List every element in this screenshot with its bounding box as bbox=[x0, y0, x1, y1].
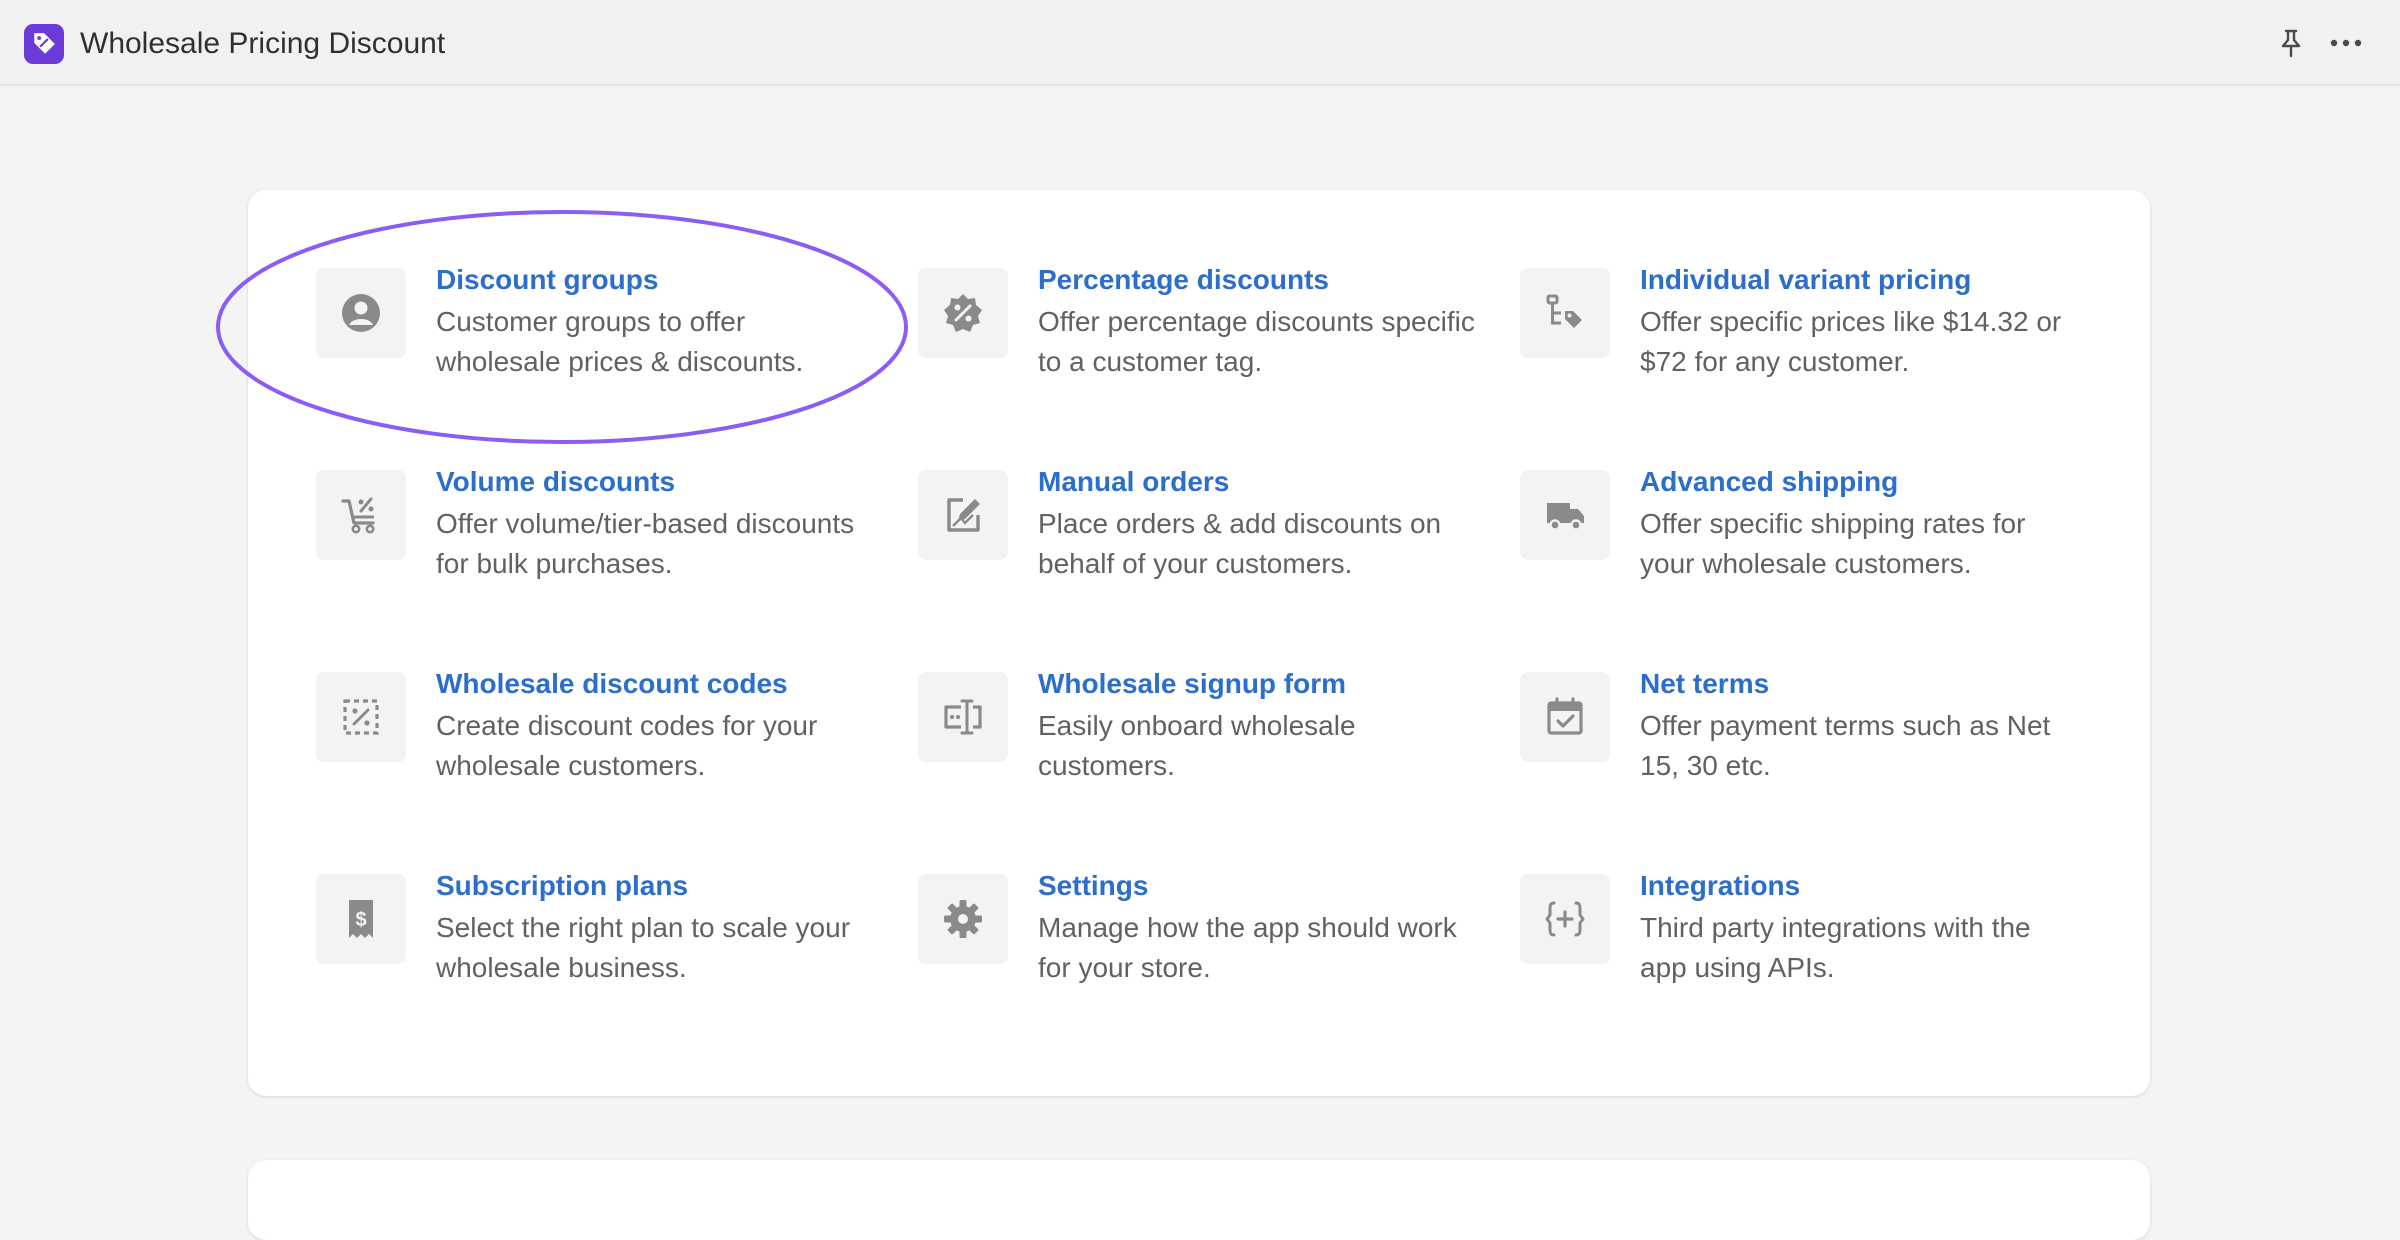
tile-title[interactable]: Discount groups bbox=[436, 262, 658, 298]
tile-description: Customer groups to offer wholesale price… bbox=[436, 306, 804, 377]
truck-icon bbox=[1520, 470, 1610, 560]
tile-title[interactable]: Wholesale discount codes bbox=[436, 666, 788, 702]
tile-description: Easily onboard wholesale customers. bbox=[1038, 710, 1356, 781]
edit-order-icon bbox=[918, 470, 1008, 560]
tile-advanced-shipping[interactable]: Advanced shipping Offer specific shippin… bbox=[1520, 466, 2080, 620]
app-logo-icon bbox=[24, 24, 64, 64]
receipt-dollar-icon: $ bbox=[316, 874, 406, 964]
tile-percentage-discounts[interactable]: Percentage discounts Offer percentage di… bbox=[918, 264, 1478, 418]
tile-volume-discounts[interactable]: Volume discounts Offer volume/tier-based… bbox=[316, 466, 876, 620]
variant-price-tag-icon bbox=[1520, 268, 1610, 358]
tile-description: Offer volume/tier-based discounts for bu… bbox=[436, 508, 855, 579]
tile-title[interactable]: Integrations bbox=[1640, 868, 1800, 904]
tile-net-terms[interactable]: Net terms Offer payment terms such as Ne… bbox=[1520, 668, 2080, 822]
tile-description: Offer payment terms such as Net 15, 30 e… bbox=[1640, 710, 2051, 781]
tile-title[interactable]: Advanced shipping bbox=[1640, 464, 1898, 500]
tile-wholesale-discount-codes[interactable]: Wholesale discount codes Create discount… bbox=[316, 668, 876, 822]
tile-subscription-plans[interactable]: $ Subscription plans Select the right pl… bbox=[316, 870, 876, 1024]
tile-integrations[interactable]: Integrations Third party integrations wi… bbox=[1520, 870, 2080, 1024]
form-field-icon bbox=[918, 672, 1008, 762]
tile-title[interactable]: Subscription plans bbox=[436, 868, 688, 904]
tile-settings[interactable]: Settings Manage how the app should work … bbox=[918, 870, 1478, 1024]
discount-code-icon bbox=[316, 672, 406, 762]
svg-text:$: $ bbox=[355, 909, 366, 931]
tile-title[interactable]: Percentage discounts bbox=[1038, 262, 1329, 298]
more-actions-button[interactable] bbox=[2326, 24, 2366, 62]
tile-title[interactable]: Volume discounts bbox=[436, 464, 675, 500]
app-header: Wholesale Pricing Discount bbox=[0, 0, 2400, 86]
gear-icon bbox=[918, 874, 1008, 964]
app-title: Wholesale Pricing Discount bbox=[80, 27, 446, 60]
tile-wholesale-signup-form[interactable]: Wholesale signup form Easily onboard who… bbox=[918, 668, 1478, 822]
secondary-card bbox=[248, 1160, 2150, 1240]
cart-discount-icon bbox=[316, 470, 406, 560]
pin-icon bbox=[2281, 29, 2301, 58]
tile-description: Third party integrations with the app us… bbox=[1640, 912, 2031, 983]
tile-title[interactable]: Net terms bbox=[1640, 666, 1769, 702]
tile-title[interactable]: Individual variant pricing bbox=[1640, 262, 1971, 298]
tile-description: Create discount codes for your wholesale… bbox=[436, 710, 818, 781]
tile-individual-variant-pricing[interactable]: Individual variant pricing Offer specifi… bbox=[1520, 264, 2080, 418]
tile-title[interactable]: Wholesale signup form bbox=[1038, 666, 1346, 702]
percent-badge-icon bbox=[918, 268, 1008, 358]
pin-button[interactable] bbox=[2272, 24, 2310, 62]
tile-description: Manage how the app should work for your … bbox=[1038, 912, 1457, 983]
calendar-check-icon bbox=[1520, 672, 1610, 762]
tile-manual-orders[interactable]: Manual orders Place orders & add discoun… bbox=[918, 466, 1478, 620]
tile-description: Offer percentage discounts specific to a… bbox=[1038, 306, 1475, 377]
ellipsis-icon bbox=[2330, 39, 2362, 47]
tile-title[interactable]: Settings bbox=[1038, 868, 1148, 904]
tile-discount-groups[interactable]: Discount groups Customer groups to offer… bbox=[316, 264, 876, 418]
tile-description: Offer specific prices like $14.32 or $72… bbox=[1640, 306, 2062, 377]
tile-title[interactable]: Manual orders bbox=[1038, 464, 1229, 500]
code-braces-icon bbox=[1520, 874, 1610, 964]
tile-description: Place orders & add discounts on behalf o… bbox=[1038, 508, 1442, 579]
person-circle-icon bbox=[316, 268, 406, 358]
tile-description: Offer specific shipping rates for your w… bbox=[1640, 508, 2026, 579]
tile-description: Select the right plan to scale your whol… bbox=[436, 912, 851, 983]
